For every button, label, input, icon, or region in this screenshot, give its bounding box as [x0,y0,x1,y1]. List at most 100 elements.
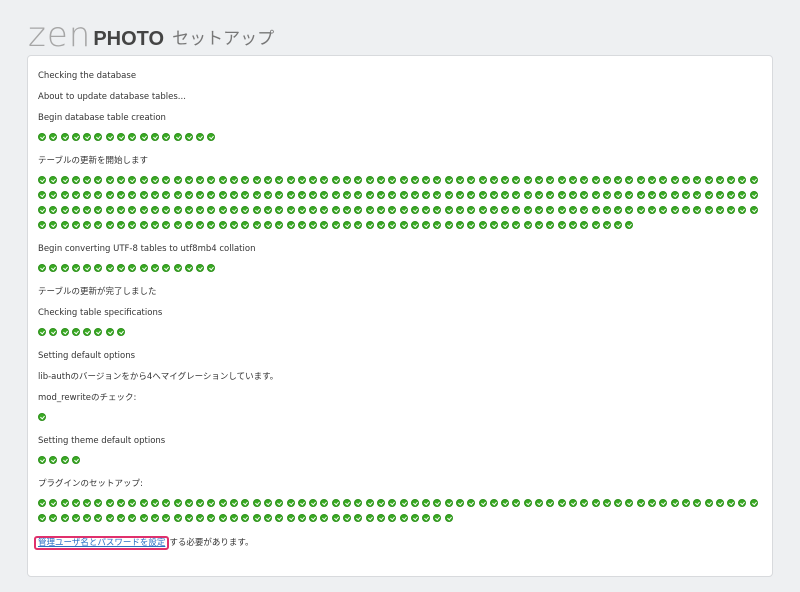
check-ok-icon [196,499,205,507]
check-ok-icon [727,191,736,199]
check-ok-icon [117,206,126,214]
check-ok-icon [523,176,532,184]
check-ok-icon [727,206,736,214]
final-message-rest: する必要があります。 [169,538,254,548]
check-ok-icon [230,221,239,229]
check-ok-icon [207,514,216,522]
check-ok-icon [241,176,250,184]
check-ok-icon [252,206,261,214]
log-update-complete: テーブルの更新が完了しました [38,287,157,297]
check-ok-icon [207,133,216,141]
check-ok-icon [467,191,476,199]
check-ok-icon [60,191,69,199]
check-ok-icon [343,176,352,184]
check-ok-icon [636,499,645,507]
setup-log: Checking the database About to update da… [34,70,766,552]
mod-rewrite-checks [38,413,766,428]
check-ok-icon [602,221,611,229]
update-checks [38,176,766,236]
check-ok-icon [501,221,510,229]
check-ok-icon [60,499,69,507]
convert-checks [38,264,766,279]
check-ok-icon [478,221,487,229]
check-ok-icon [591,176,600,184]
check-ok-icon [117,221,126,229]
check-ok-icon [422,221,431,229]
check-ok-icon [117,328,126,336]
check-ok-icon [568,191,577,199]
check-ok-icon [365,176,374,184]
final-message: 管理ユーザ名とパスワードを設定 する必要があります。 [34,536,766,552]
check-ok-icon [343,191,352,199]
check-ok-icon [659,499,668,507]
logo-zen: ZEN [28,15,92,55]
check-ok-icon [625,221,634,229]
check-ok-icon [410,176,419,184]
check-ok-icon [568,176,577,184]
check-ok-icon [83,221,92,229]
check-ok-icon [602,206,611,214]
check-ok-icon [354,514,363,522]
check-ok-icon [207,264,216,272]
check-ok-icon [173,499,182,507]
check-ok-icon [71,221,80,229]
check-ok-icon [49,499,58,507]
check-ok-icon [320,206,329,214]
set-admin-credentials-link[interactable]: 管理ユーザ名とパスワードを設定 [34,536,170,550]
check-ok-icon [128,191,137,199]
check-ok-icon [727,499,736,507]
check-ok-icon [150,499,159,507]
check-ok-icon [331,514,340,522]
check-ok-icon [433,176,442,184]
check-ok-icon [173,264,182,272]
check-ok-icon [715,206,724,214]
check-ok-icon [105,328,114,336]
check-ok-icon [60,328,69,336]
check-ok-icon [275,206,284,214]
check-ok-icon [263,206,272,214]
check-ok-icon [105,176,114,184]
check-ok-icon [659,206,668,214]
check-ok-icon [230,499,239,507]
check-ok-icon [309,176,318,184]
check-ok-icon [410,206,419,214]
check-ok-icon [196,176,205,184]
check-ok-icon [512,221,521,229]
check-ok-icon [365,191,374,199]
check-ok-icon [648,206,657,214]
check-ok-icon [376,514,385,522]
check-ok-icon [614,191,623,199]
check-ok-icon [489,221,498,229]
check-ok-icon [602,191,611,199]
check-ok-icon [399,514,408,522]
check-ok-icon [309,221,318,229]
check-ok-icon [343,221,352,229]
check-ok-icon [184,206,193,214]
check-ok-icon [625,206,634,214]
check-ok-icon [83,176,92,184]
check-ok-icon [614,499,623,507]
check-ok-icon [263,499,272,507]
check-ok-icon [422,499,431,507]
check-ok-icon [354,221,363,229]
check-ok-icon [704,176,713,184]
check-ok-icon [489,176,498,184]
check-ok-icon [365,221,374,229]
check-ok-icon [83,514,92,522]
check-ok-icon [376,499,385,507]
check-ok-icon [162,221,171,229]
check-ok-icon [252,191,261,199]
check-ok-icon [557,191,566,199]
check-ok-icon [83,206,92,214]
check-ok-icon [38,514,46,522]
check-ok-icon [71,133,80,141]
check-ok-icon [354,191,363,199]
check-ok-icon [693,499,702,507]
check-ok-icon [94,264,103,272]
check-ok-icon [49,328,58,336]
check-ok-icon [117,514,126,522]
check-ok-icon [535,191,544,199]
check-ok-icon [139,264,148,272]
check-ok-icon [727,176,736,184]
check-ok-icon [546,221,555,229]
